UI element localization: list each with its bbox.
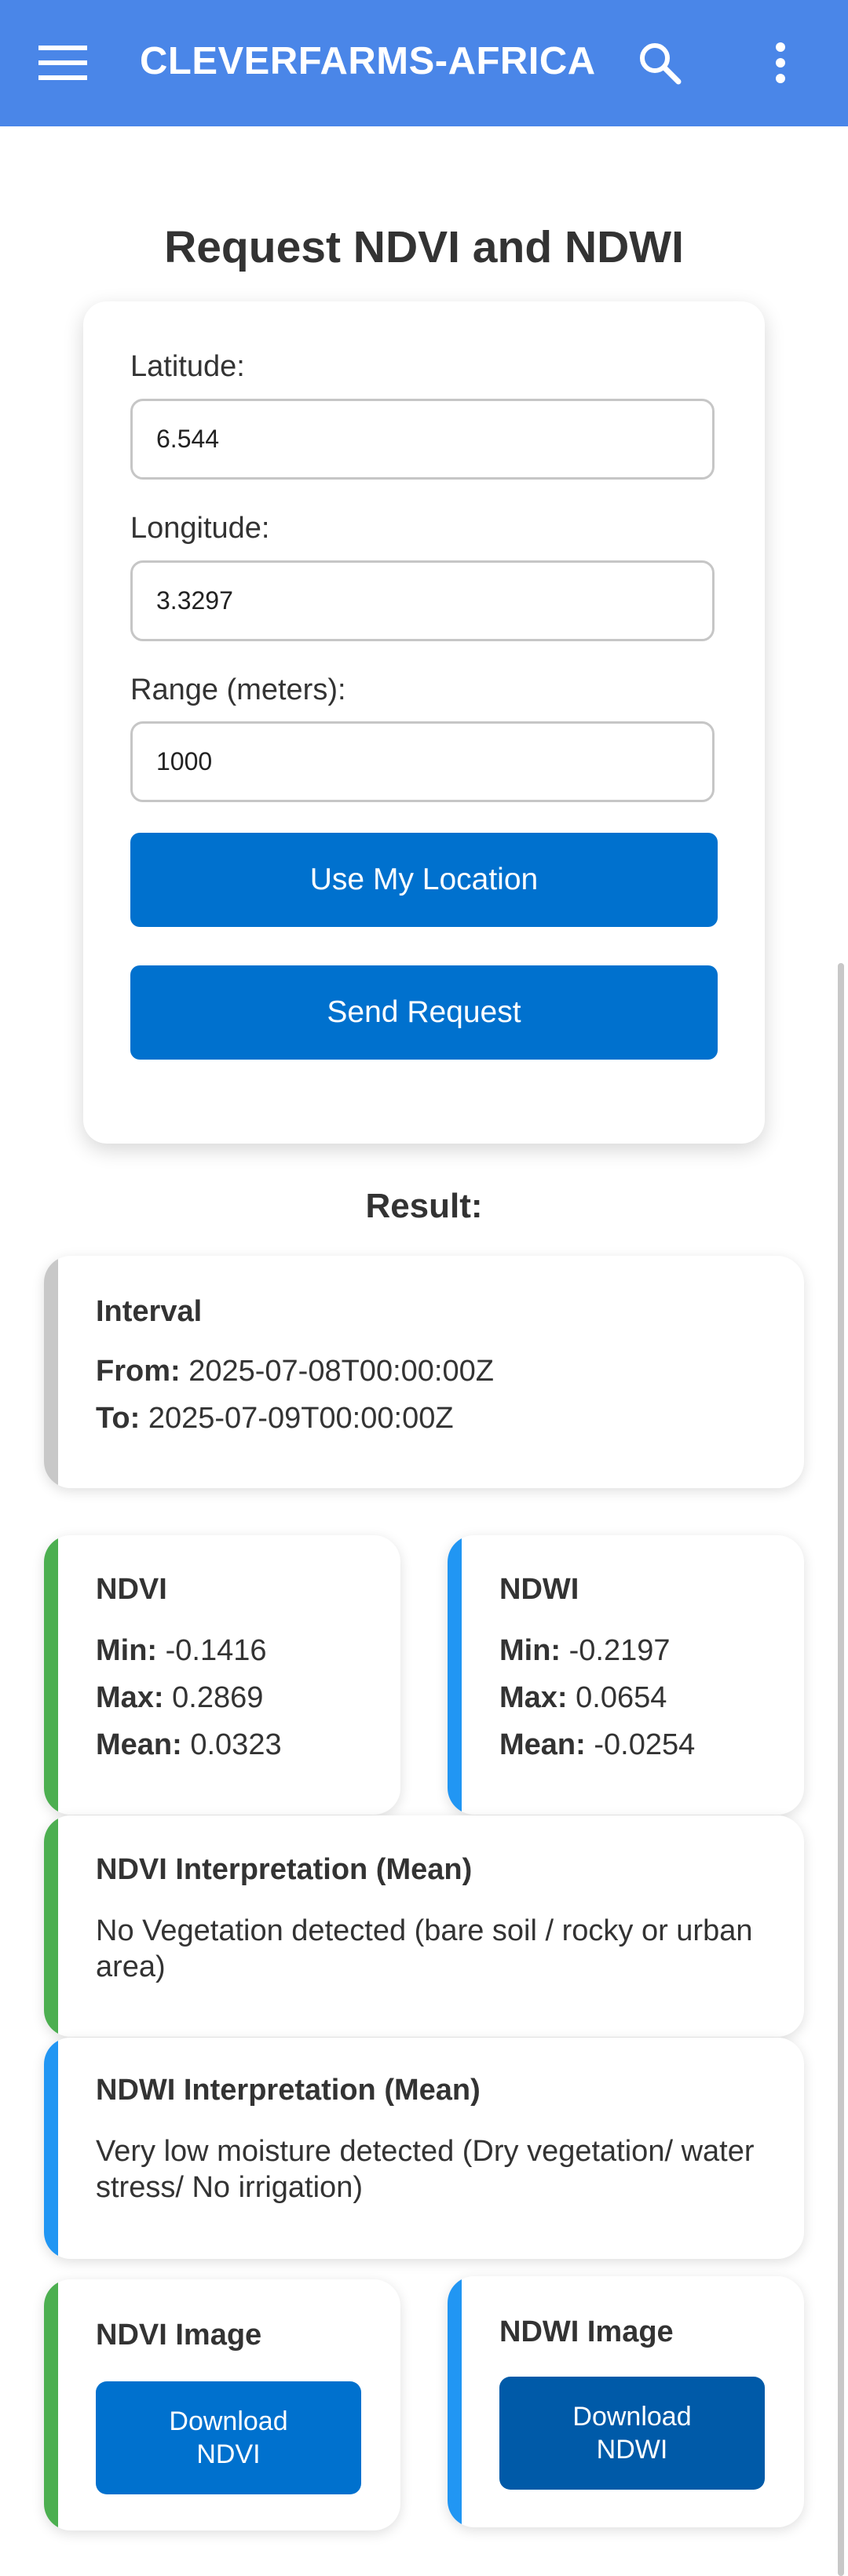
interval-from: From: 2025-07-08T00:00:00Z — [96, 1355, 494, 1388]
interval-card: Interval From: 2025-07-08T00:00:00Z To: … — [44, 1256, 804, 1488]
use-my-location-button[interactable]: Use My Location — [130, 833, 718, 927]
download-ndwi-button[interactable]: Download NDWI — [499, 2377, 765, 2490]
ndvi-interpretation-card: NDVI Interpretation (Mean) No Vegetation… — [44, 1815, 804, 2037]
page-title: Request NDVI and NDWI — [164, 222, 684, 272]
latitude-label: Latitude: — [130, 350, 245, 383]
interval-heading: Interval — [96, 1295, 203, 1328]
ndwi-mean: Mean: -0.0254 — [499, 1728, 696, 1761]
ndwi-image-card: NDWI Image Download NDWI — [448, 2276, 804, 2527]
request-form-card: Latitude: Longitude: Range (meters): Use… — [83, 301, 765, 1144]
ndvi-heading: NDVI — [96, 1573, 167, 1606]
longitude-label: Longitude: — [130, 512, 270, 545]
ndvi-image-heading: NDVI Image — [96, 2319, 262, 2352]
ndwi-stats-card: NDWI Min: -0.2197 Max: 0.0654 Mean: -0.0… — [448, 1535, 804, 1815]
ndvi-max: Max: 0.2869 — [96, 1681, 264, 1714]
result-title: Result: — [365, 1187, 483, 1225]
ndwi-image-heading: NDWI Image — [499, 2315, 674, 2348]
ndvi-min: Min: -0.1416 — [96, 1634, 267, 1667]
ndwi-max: Max: 0.0654 — [499, 1681, 667, 1714]
search-icon[interactable] — [628, 31, 691, 94]
ndwi-heading: NDWI — [499, 1573, 579, 1606]
app-title: CLEVERFARMS-AFRICA — [140, 40, 596, 82]
range-input[interactable] — [130, 721, 715, 802]
ndwi-interpretation-heading: NDWI Interpretation (Mean) — [96, 2074, 481, 2107]
interval-to: To: 2025-07-09T00:00:00Z — [96, 1402, 454, 1435]
ndwi-interpretation-text: Very low moisture detected (Dry vegetati… — [96, 2135, 755, 2204]
send-request-button[interactable]: Send Request — [130, 965, 718, 1060]
download-ndvi-button[interactable]: Download NDVI — [96, 2381, 361, 2494]
ndvi-image-card: NDVI Image Download NDVI — [44, 2279, 400, 2530]
more-vertical-icon[interactable] — [749, 31, 812, 94]
app-bar: CLEVERFARMS-AFRICA — [0, 0, 848, 126]
hamburger-menu-icon[interactable] — [31, 31, 94, 94]
range-label: Range (meters): — [130, 673, 346, 706]
latitude-input[interactable] — [130, 399, 715, 480]
ndvi-stats-card: NDVI Min: -0.1416 Max: 0.2869 Mean: 0.03… — [44, 1535, 400, 1815]
longitude-input[interactable] — [130, 560, 715, 641]
ndwi-min: Min: -0.2197 — [499, 1634, 671, 1667]
ndwi-interpretation-card: NDWI Interpretation (Mean) Very low mois… — [44, 2038, 804, 2259]
ndvi-interpretation-text: No Vegetation detected (bare soil / rock… — [96, 1914, 753, 1983]
ndvi-mean: Mean: 0.0323 — [96, 1728, 282, 1761]
ndvi-interpretation-heading: NDVI Interpretation (Mean) — [96, 1853, 473, 1886]
